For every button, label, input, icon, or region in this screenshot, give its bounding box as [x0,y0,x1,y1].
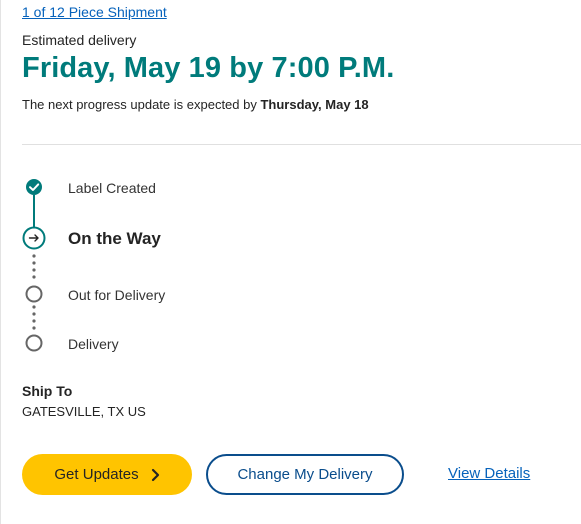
step-label-created: Label Created [68,180,156,196]
step-label-out-for-delivery: Out for Delivery [68,287,166,303]
empty-circle-icon [25,285,43,303]
chevron-right-icon [151,468,159,481]
check-icon [26,179,42,195]
ship-to-label: Ship To [22,383,73,399]
step-label-on-the-way: On the Way [68,229,161,248]
estimated-delivery-label: Estimated delivery [22,32,137,48]
ship-to-location: GATESVILLE, TX US [22,404,146,419]
shipment-piece-link[interactable]: 1 of 12 Piece Shipment [22,4,167,20]
shipment-status-panel: 1 of 12 Piece Shipment Estimated deliver… [0,0,581,524]
timeline-dotted-connector-2 [32,305,36,330]
step-label-delivery: Delivery [68,336,119,352]
get-updates-label: Get Updates [54,466,139,483]
next-update-text: The next progress update is expected by … [22,97,369,112]
timeline-dotted-connector-1 [32,254,36,279]
change-my-delivery-button[interactable]: Change My Delivery [206,454,404,495]
view-details-link[interactable]: View Details [448,465,530,482]
arrow-right-icon [22,226,46,250]
next-update-prefix: The next progress update is expected by [22,97,261,112]
estimated-delivery-date: Friday, May 19 by 7:00 P.M. [22,52,395,84]
next-update-date: Thursday, May 18 [260,97,369,112]
empty-circle-icon [25,334,43,352]
section-divider [22,144,581,145]
get-updates-button[interactable]: Get Updates [22,454,192,495]
